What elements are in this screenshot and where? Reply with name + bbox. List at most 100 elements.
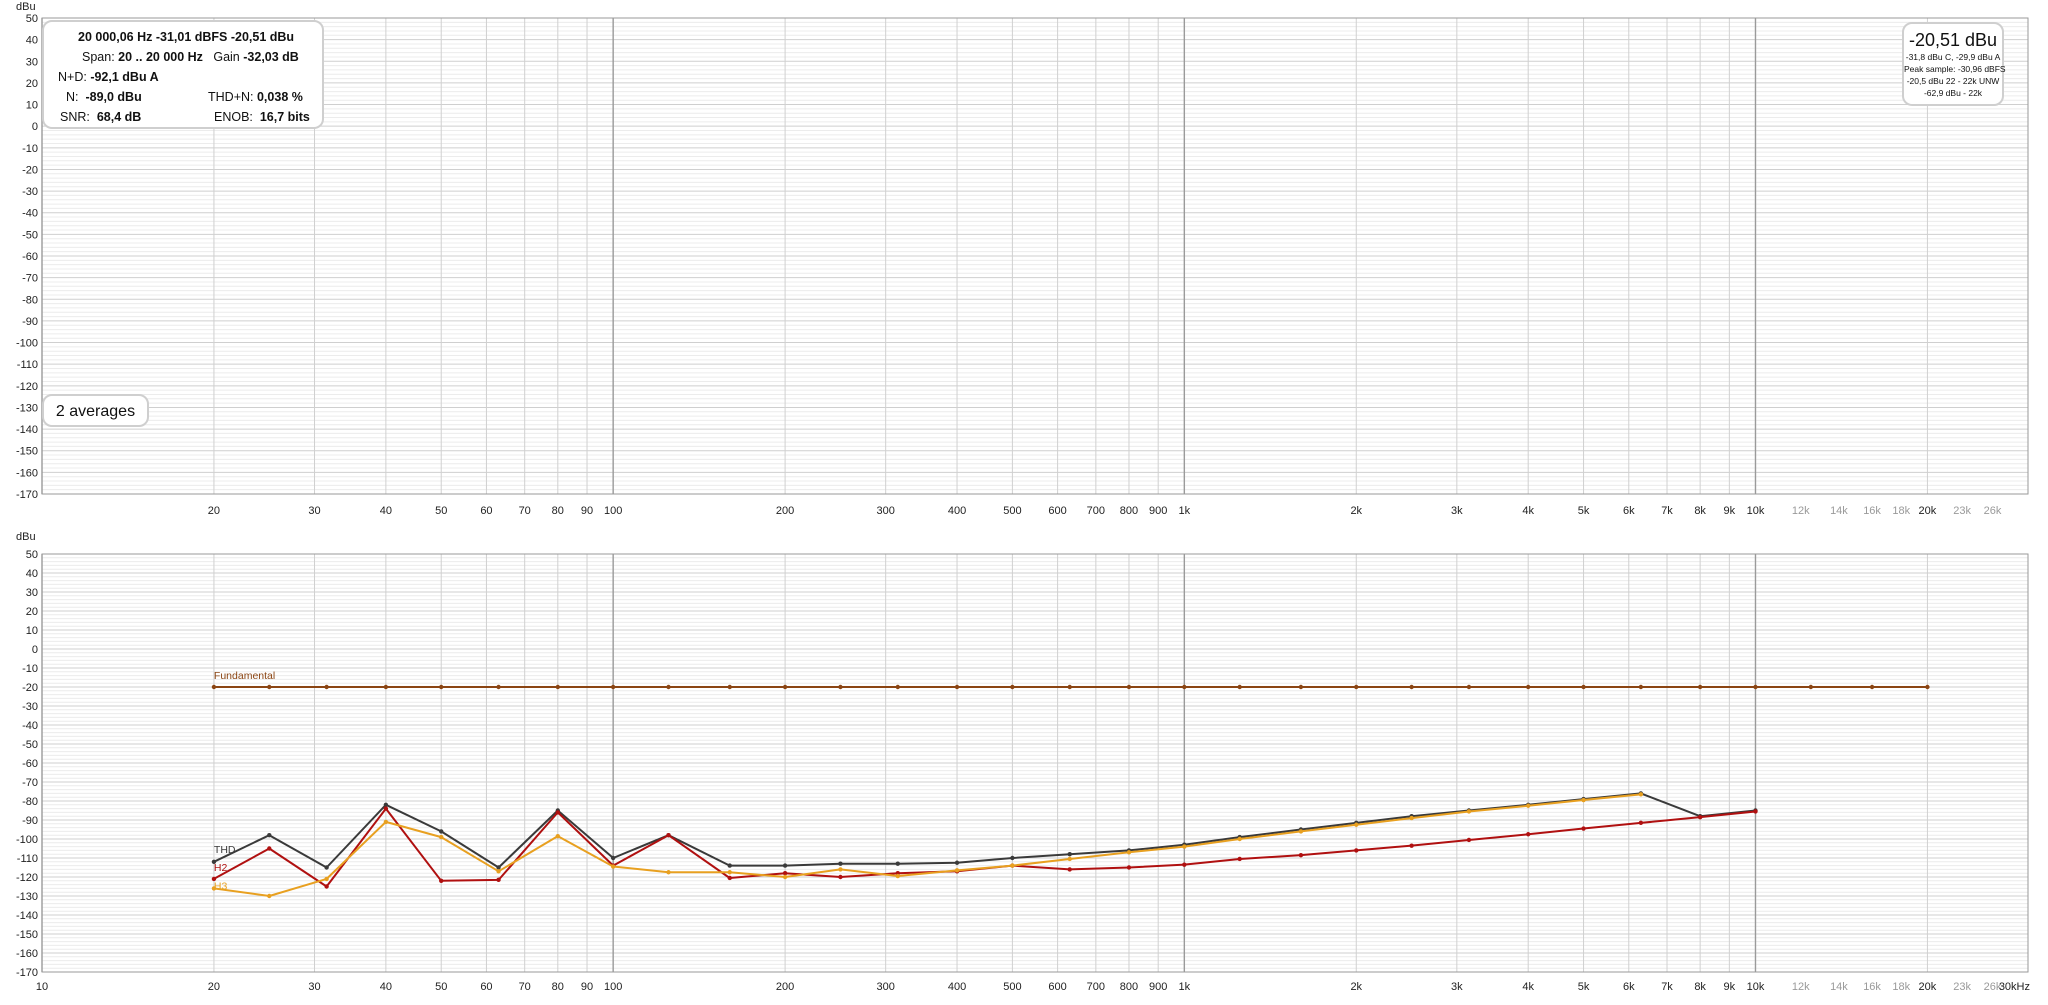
data-point bbox=[439, 834, 444, 840]
data-point bbox=[267, 846, 272, 851]
x-tick-label: 200 bbox=[776, 981, 794, 993]
data-point bbox=[1354, 848, 1359, 853]
x-tick-label: 2k bbox=[1350, 505, 1362, 517]
data-point bbox=[1581, 684, 1586, 690]
x-tick-label: 10k bbox=[1747, 981, 1765, 993]
x-tick-label: 90 bbox=[581, 981, 593, 993]
noise-readout: N: -89,0 dBu bbox=[66, 90, 142, 104]
data-point bbox=[1237, 684, 1242, 690]
data-point bbox=[1126, 865, 1132, 870]
data-point bbox=[1697, 814, 1703, 820]
thdn-readout: THD+N: 0,038 % bbox=[208, 90, 303, 104]
data-point bbox=[838, 874, 843, 880]
x-tick-label: 4k bbox=[1522, 505, 1534, 517]
y-tick-label: -170 bbox=[16, 489, 38, 501]
data-point bbox=[1638, 684, 1644, 690]
data-point bbox=[1298, 829, 1304, 834]
y-tick-label: 10 bbox=[26, 625, 38, 637]
data-point bbox=[1409, 815, 1414, 821]
data-point bbox=[954, 860, 960, 865]
y-axis-label: dBu bbox=[16, 1, 36, 13]
y-tick-label: 40 bbox=[26, 568, 38, 580]
data-point bbox=[1753, 809, 1758, 814]
x-tick-label: 8k bbox=[1694, 505, 1706, 517]
data-point bbox=[555, 684, 561, 690]
x-tick-label: 30kHz bbox=[1999, 981, 2030, 993]
data-point bbox=[383, 819, 389, 825]
x-tick-label: 500 bbox=[1003, 505, 1021, 517]
y-tick-label: 20 bbox=[26, 78, 38, 90]
x-tick-label: 300 bbox=[876, 981, 894, 993]
x-tick-label: 9k bbox=[1724, 981, 1736, 993]
data-point bbox=[1409, 843, 1414, 848]
data-point bbox=[1525, 832, 1531, 837]
y-tick-label: -140 bbox=[16, 910, 38, 922]
y-tick-label: 30 bbox=[26, 56, 38, 68]
x-tick-label: 40 bbox=[380, 981, 392, 993]
data-point bbox=[267, 893, 272, 899]
data-point bbox=[727, 684, 732, 690]
data-point bbox=[1409, 684, 1414, 690]
snr-readout: SNR: 68,4 dB bbox=[60, 110, 142, 124]
averages-badge[interactable]: 2 averages bbox=[42, 394, 149, 427]
x-tick-label: 8k bbox=[1694, 981, 1706, 993]
data-point bbox=[1525, 684, 1531, 690]
x-tick-label: 3k bbox=[1451, 981, 1463, 993]
y-tick-label: 50 bbox=[26, 549, 38, 561]
data-point bbox=[1581, 797, 1586, 803]
x-tick-label: 10 bbox=[36, 981, 48, 993]
data-point bbox=[727, 863, 732, 868]
y-tick-label: 30 bbox=[26, 587, 38, 599]
y-tick-label: -120 bbox=[16, 872, 38, 884]
data-point bbox=[1182, 862, 1187, 867]
data-point bbox=[383, 806, 389, 811]
y-tick-label: -90 bbox=[22, 815, 38, 827]
data-point bbox=[324, 884, 329, 889]
x-tick-label: 70 bbox=[519, 505, 531, 517]
data-point bbox=[666, 684, 671, 690]
data-point bbox=[496, 877, 501, 883]
data-point bbox=[838, 684, 843, 690]
x-tick-label: 20k bbox=[1919, 505, 1937, 517]
x-tick-label: 60 bbox=[480, 981, 492, 993]
x-tick-label: 700 bbox=[1087, 505, 1105, 517]
x-tick-label: 18k bbox=[1892, 981, 1910, 993]
band-level-readout: -62,9 dBu - 22k bbox=[1923, 88, 1983, 98]
x-tick-label: 900 bbox=[1149, 505, 1167, 517]
x-tick-label: 200 bbox=[776, 505, 794, 517]
analyzer-charts: dBu50403020100-10-20-30-40-50-60-70-80-9… bbox=[16, 1, 2030, 993]
data-point bbox=[1525, 803, 1531, 808]
data-point bbox=[782, 863, 788, 868]
y-tick-label: -150 bbox=[16, 446, 38, 458]
y-tick-label: -40 bbox=[22, 208, 38, 220]
data-point bbox=[1010, 684, 1015, 690]
data-point bbox=[439, 684, 444, 690]
x-tick-label: 100 bbox=[604, 505, 622, 517]
data-point bbox=[496, 865, 501, 870]
x-tick-label: 1k bbox=[1179, 981, 1191, 993]
data-point bbox=[1638, 820, 1644, 826]
x-tick-label: 6k bbox=[1623, 505, 1635, 517]
data-point bbox=[1466, 837, 1472, 843]
unweighted-readout: -20,5 dBu 22 - 22k UNW bbox=[1906, 76, 2000, 86]
data-point bbox=[895, 684, 900, 690]
data-point bbox=[1067, 867, 1072, 872]
data-point bbox=[610, 864, 616, 869]
data-point bbox=[1753, 684, 1758, 690]
x-tick-label: 7k bbox=[1661, 981, 1673, 993]
span-readout: Span: 20 .. 20 000 Hz Gain -32,03 dB bbox=[82, 50, 299, 64]
x-tick-label: 4k bbox=[1522, 981, 1534, 993]
data-point bbox=[1697, 684, 1703, 690]
series-label: H2 bbox=[214, 862, 228, 874]
y-tick-label: 20 bbox=[26, 606, 38, 618]
series-label: Fundamental bbox=[214, 670, 275, 682]
data-point bbox=[555, 833, 561, 839]
data-point bbox=[1466, 684, 1472, 690]
data-point bbox=[383, 684, 389, 690]
data-point bbox=[496, 684, 501, 690]
y-tick-label: -100 bbox=[16, 834, 38, 846]
level-weighted-readout: -31,8 dBu C, -29,9 dBu A bbox=[1905, 52, 2001, 62]
data-point bbox=[1237, 836, 1242, 842]
x-tick-label: 5k bbox=[1578, 981, 1590, 993]
y-tick-label: -30 bbox=[22, 186, 38, 198]
